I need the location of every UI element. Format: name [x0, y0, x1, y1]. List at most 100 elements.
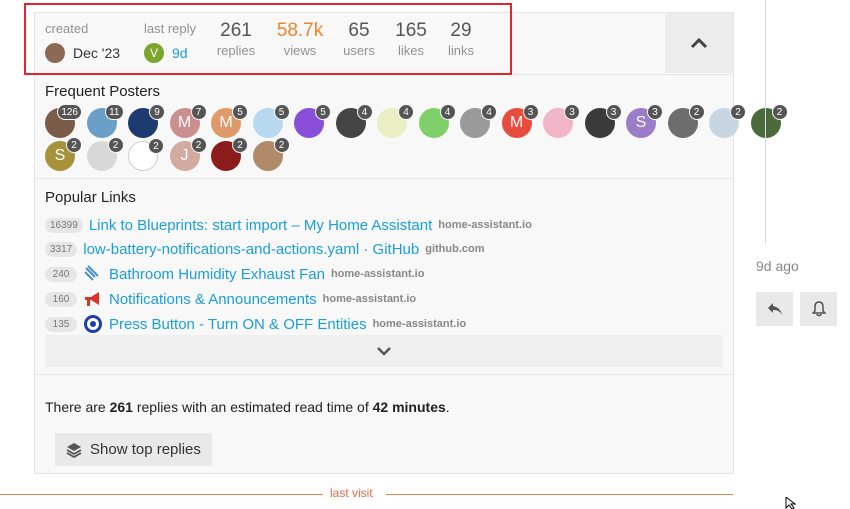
mouse-cursor-icon	[785, 497, 797, 509]
post-count-badge: 2	[771, 104, 788, 120]
link-title[interactable]: Notifications & Announcements	[109, 291, 317, 308]
post-count-badge: 2	[66, 137, 82, 153]
poster-avatar[interactable]: 2	[211, 137, 248, 171]
stat-views: 58.7k views	[273, 19, 327, 59]
link-title[interactable]: Bathroom Humidity Exhaust Fan	[109, 266, 325, 283]
created-date: Dec '23	[73, 45, 121, 61]
links-label: links	[447, 43, 474, 58]
created-label: created	[45, 21, 89, 36]
notification-button[interactable]	[800, 292, 837, 326]
popular-link-row[interactable]: 16399 Link to Blueprints: start import –…	[45, 215, 532, 235]
post-count-badge: 5	[273, 104, 290, 120]
post-count-badge: 4	[439, 104, 456, 120]
poster-avatar[interactable]: 5	[294, 104, 331, 138]
poster-avatar[interactable]: M5	[211, 104, 248, 138]
popular-link-row[interactable]: 3317 low-battery-notifications-and-actio…	[45, 239, 485, 259]
poster-avatar[interactable]: 126	[45, 104, 82, 138]
poster-avatar[interactable]: 9	[128, 104, 165, 138]
poster-avatar[interactable]: 3	[543, 104, 580, 138]
last-reply-avatar[interactable]: V	[144, 43, 164, 63]
post-count-badge: 2	[688, 104, 705, 120]
creator-avatar[interactable]	[45, 43, 65, 63]
replies-count: 261	[220, 20, 252, 41]
poster-avatar[interactable]: 4	[377, 104, 414, 138]
post-count-badge: 3	[522, 104, 539, 120]
post-count-badge: 4	[481, 104, 497, 120]
poster-avatar[interactable]: 2	[252, 137, 290, 171]
views-label: views	[283, 43, 317, 58]
collapse-map-button[interactable]	[665, 13, 733, 73]
link-click-count: 160	[45, 291, 77, 307]
poster-avatar[interactable]: M3	[501, 104, 539, 138]
topic-map: created Dec '23 last reply V 9d 261 repl…	[34, 12, 788, 474]
post-count-badge: 4	[398, 104, 414, 120]
likes-count: 165	[395, 20, 427, 41]
link-domain: github.com	[425, 243, 485, 255]
post-count-badge: 5	[315, 104, 331, 120]
poster-avatar[interactable]: 2	[667, 104, 705, 138]
post-count-badge: 3	[564, 104, 580, 120]
link-domain: home-assistant.io	[372, 318, 467, 330]
popular-link-row[interactable]: 240 Bathroom Humidity Exhaust Fan home-a…	[45, 264, 424, 284]
link-title[interactable]: Press Button - Turn ON & OFF Entities	[109, 316, 367, 333]
bell-icon	[811, 301, 826, 317]
link-title[interactable]: Link to Blueprints: start import – My Ho…	[89, 217, 432, 234]
post-count-badge: 4	[356, 104, 373, 120]
summary-replies: 261	[109, 399, 133, 415]
created-block: created Dec '23	[45, 21, 120, 63]
poster-avatar[interactable]: 2	[86, 137, 124, 171]
poster-avatar[interactable]: 5	[252, 104, 290, 138]
users-label: users	[343, 43, 375, 58]
post-count-badge: 9	[149, 104, 165, 120]
layers-icon	[66, 442, 82, 458]
poster-avatar[interactable]: 3	[584, 104, 622, 138]
reply-icon	[767, 303, 782, 315]
timeline-date[interactable]: 9d ago	[756, 258, 799, 274]
replies-label: replies	[216, 43, 256, 58]
last-reply-link[interactable]: 9d	[172, 43, 188, 63]
poster-avatar[interactable]: M7	[169, 104, 207, 138]
reply-button[interactable]	[756, 292, 793, 326]
poster-avatar[interactable]: 2	[709, 104, 746, 138]
post-count-badge: 2	[273, 137, 290, 153]
last-reply-block: last reply V 9d	[144, 21, 196, 63]
poster-avatar[interactable]: J2	[169, 137, 207, 171]
post-count-badge: 11	[105, 104, 124, 120]
show-top-replies-label: Show top replies	[90, 441, 201, 458]
poster-avatar[interactable]: 4	[418, 104, 456, 138]
poster-avatar[interactable]: 2	[128, 138, 164, 171]
last-visit-divider: last visit	[0, 486, 733, 502]
likes-label: likes	[397, 43, 424, 58]
poster-avatar[interactable]: 4	[335, 104, 373, 138]
views-count: 58.7k	[276, 20, 324, 41]
expand-links-button[interactable]	[45, 335, 723, 367]
post-count-badge: 126	[57, 104, 82, 120]
link-click-count: 240	[45, 266, 77, 282]
topic-map-header[interactable]: created Dec '23 last reply V 9d 261 repl…	[35, 13, 733, 75]
popular-link-row[interactable]: 135 Press Button - Turn ON & OFF Entitie…	[45, 314, 466, 334]
show-top-replies-button[interactable]: Show top replies	[55, 433, 212, 466]
link-domain: home-assistant.io	[322, 293, 417, 305]
links-count: 29	[450, 20, 472, 41]
link-click-count: 3317	[45, 241, 78, 257]
link-title[interactable]: low-battery-notifications-and-actions.ya…	[83, 241, 419, 258]
post-count-badge: 7	[190, 104, 207, 120]
popular-link-row[interactable]: 160 Notifications & Announcements home-a…	[45, 289, 416, 309]
last-visit-label: last visit	[330, 486, 373, 500]
target-icon	[83, 314, 103, 334]
poster-avatar[interactable]: S2	[45, 137, 82, 171]
link-click-count: 135	[45, 316, 77, 332]
divider	[35, 178, 733, 179]
chevron-up-icon	[690, 37, 708, 49]
post-count-badge: 2	[232, 137, 248, 153]
timeline-scroll-track[interactable]	[765, 0, 766, 245]
frequent-posters-title: Frequent Posters	[45, 83, 161, 100]
summary-read-time: 42 minutes	[372, 399, 446, 415]
post-count-badge: 2	[107, 137, 124, 153]
post-count-badge: 3	[647, 104, 663, 120]
poster-avatar[interactable]: 11	[86, 104, 124, 138]
poster-avatar[interactable]: S3	[626, 104, 663, 138]
post-count-badge: 3	[605, 104, 622, 120]
stat-links: 29 links	[445, 19, 477, 59]
poster-avatar[interactable]: 4	[460, 104, 497, 138]
